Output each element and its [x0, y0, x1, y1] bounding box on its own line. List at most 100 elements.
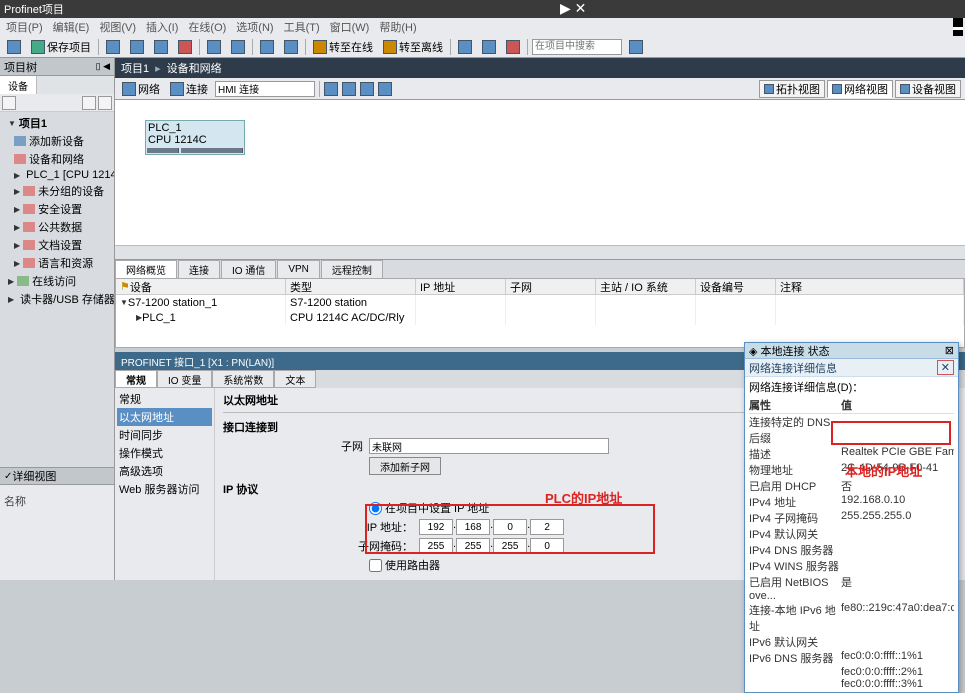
tree-shared-data[interactable]: ▶公共数据 [2, 218, 112, 236]
detail-view-header[interactable]: ✓ 详细视图 [0, 467, 114, 485]
tree-ungrouped[interactable]: ▶未分组的设备 [2, 182, 112, 200]
menu-bar[interactable]: 项目(P) 编辑(E) 视图(V) 插入(I) 在线(O) 选项(N) 工具(T… [0, 18, 965, 36]
tab-io-comm[interactable]: IO 通信 [221, 260, 276, 278]
redo-button[interactable] [228, 40, 248, 54]
pnav-webserver[interactable]: Web 服务器访问 [117, 480, 212, 498]
tree-online-access[interactable]: ▶在线访问 [2, 272, 112, 290]
zoom-fit-icon[interactable] [378, 82, 392, 96]
menu-project[interactable]: 项目(P) [4, 19, 45, 35]
mask-octet-4[interactable] [530, 538, 564, 554]
dialog-x-icon[interactable]: ✕ [937, 360, 954, 375]
tree-add-device[interactable]: 添加新设备 [2, 132, 112, 150]
upload-button[interactable] [281, 40, 301, 54]
connection-type-select[interactable] [215, 81, 315, 97]
paste-button[interactable] [151, 40, 171, 54]
tool-button-1[interactable] [455, 40, 475, 54]
use-router-checkbox[interactable] [369, 559, 382, 572]
work-tool-icon-2[interactable] [342, 82, 356, 96]
pnav-ethernet[interactable]: 以太网地址 [117, 408, 212, 426]
col-ip[interactable]: IP 地址 [416, 279, 506, 294]
pnav-opmode[interactable]: 操作模式 [117, 444, 212, 462]
ip-octet-3[interactable] [493, 519, 527, 535]
canvas-scrollbar[interactable] [115, 245, 965, 259]
mask-octet-3[interactable] [493, 538, 527, 554]
dialog-close-icon[interactable]: ⊠ [945, 344, 954, 357]
pnet-tab-io[interactable]: IO 变量 [157, 370, 212, 388]
project-tree[interactable]: ▼项目1 添加新设备 设备和网络 ▶PLC_1 [CPU 1214C A... … [0, 112, 114, 310]
mask-octet-2[interactable] [456, 538, 490, 554]
tree-view-icon-2[interactable] [98, 96, 112, 110]
tab-remote[interactable]: 远程控制 [321, 260, 383, 278]
radio-project-ip[interactable] [369, 502, 382, 515]
work-tool-icon-3[interactable] [360, 82, 374, 96]
subnet-select[interactable] [369, 438, 609, 454]
col-device-id[interactable]: 设备编号 [696, 279, 776, 294]
grid-row[interactable]: ▼ S7-1200 station_1 S7-1200 station [116, 295, 964, 310]
save-project-button[interactable]: 保存项目 [28, 39, 94, 55]
tab-vpn[interactable]: VPN [277, 260, 320, 278]
col-subnet[interactable]: 子网 [506, 279, 596, 294]
titlebar-min-icon[interactable]: ▬ [953, 18, 963, 36]
pnav-advanced[interactable]: 高级选项 [117, 462, 212, 480]
menu-help[interactable]: 帮助(H) [377, 19, 418, 35]
view-tab-network[interactable]: 网络视图 [827, 80, 893, 98]
tree-view-icon-1[interactable] [82, 96, 96, 110]
tab-connections[interactable]: 连接 [178, 260, 220, 278]
plc-node[interactable]: PLC_1CPU 1214C [145, 120, 245, 155]
work-tool-icon-1[interactable] [324, 82, 338, 96]
mask-octet-1[interactable] [419, 538, 453, 554]
network-button[interactable]: 网络 [119, 81, 163, 97]
ip-octet-2[interactable] [456, 519, 490, 535]
menu-view[interactable]: 视图(V) [97, 19, 138, 35]
bc-devnet[interactable]: 设备和网络 [167, 60, 222, 76]
pnet-tab-sys[interactable]: 系统常数 [212, 370, 274, 388]
tool-button-2[interactable] [479, 40, 499, 54]
device-grid[interactable]: ⚑ 设备 类型 IP 地址 子网 主站 / IO 系统 设备编号 注释 ▼ S7… [115, 278, 965, 348]
menu-options[interactable]: 选项(N) [234, 19, 275, 35]
profinet-nav[interactable]: 常规 以太网地址 时间同步 操作模式 高级选项 Web 服务器访问 [115, 388, 215, 580]
tree-doc-settings[interactable]: ▶文档设置 [2, 236, 112, 254]
menu-online[interactable]: 在线(O) [186, 19, 228, 35]
go-offline-button[interactable]: 转至离线 [380, 39, 446, 55]
menu-insert[interactable]: 插入(I) [144, 19, 180, 35]
pnav-timesync[interactable]: 时间同步 [117, 426, 212, 444]
connection-button[interactable]: 连接 [167, 81, 211, 97]
tree-root[interactable]: ▼项目1 [2, 114, 112, 132]
network-details-dialog[interactable]: ◈ 本地连接 状态⊠ 网络连接详细信息✕ 网络连接详细信息(D)： 属性值 连接… [744, 342, 959, 693]
tree-devices-networks[interactable]: 设备和网络 [2, 150, 112, 168]
view-tab-topology[interactable]: 拓扑视图 [759, 80, 825, 98]
bc-project[interactable]: 项目1 [121, 60, 149, 76]
new-project-button[interactable] [4, 40, 24, 54]
copy-button[interactable] [127, 40, 147, 54]
cut-button[interactable] [103, 40, 123, 54]
tree-expand-icon[interactable] [2, 96, 16, 110]
pnet-tab-text[interactable]: 文本 [274, 370, 316, 388]
network-canvas[interactable]: PLC_1CPU 1214C ◀▶ 100%▼ [115, 100, 965, 260]
tab-overview[interactable]: 网络概览 [115, 260, 177, 278]
menu-edit[interactable]: 编辑(E) [51, 19, 92, 35]
col-device[interactable]: ⚑ 设备 [116, 279, 286, 294]
tree-languages[interactable]: ▶语言和资源 [2, 254, 112, 272]
grid-row[interactable]: ▶ PLC_1 CPU 1214C AC/DC/Rly [116, 310, 964, 325]
search-button[interactable] [626, 40, 646, 54]
delete-button[interactable] [175, 40, 195, 54]
col-type[interactable]: 类型 [286, 279, 416, 294]
go-online-button[interactable]: 转至在线 [310, 39, 376, 55]
menu-tools[interactable]: 工具(T) [282, 19, 322, 35]
pnav-general[interactable]: 常规 [117, 390, 212, 408]
col-note[interactable]: 注释 [776, 279, 964, 294]
tree-security[interactable]: ▶安全设置 [2, 200, 112, 218]
view-tab-device[interactable]: 设备视图 [895, 80, 961, 98]
ip-octet-1[interactable] [419, 519, 453, 535]
tree-plc-1[interactable]: ▶PLC_1 [CPU 1214C A... [2, 168, 112, 182]
ip-octet-4[interactable] [530, 519, 564, 535]
pnet-tab-general[interactable]: 常规 [115, 370, 157, 388]
col-master-io[interactable]: 主站 / IO 系统 [596, 279, 696, 294]
add-subnet-button[interactable]: 添加新子网 [369, 457, 441, 475]
download-button[interactable] [257, 40, 277, 54]
tree-tab-devices[interactable]: 设备 [0, 76, 37, 94]
project-search-input[interactable] [532, 39, 622, 55]
dialog-titlebar[interactable]: ◈ 本地连接 状态⊠ [745, 343, 958, 359]
tree-card-reader[interactable]: ▶读卡器/USB 存储器 [2, 290, 112, 308]
menu-window[interactable]: 窗口(W) [328, 19, 372, 35]
